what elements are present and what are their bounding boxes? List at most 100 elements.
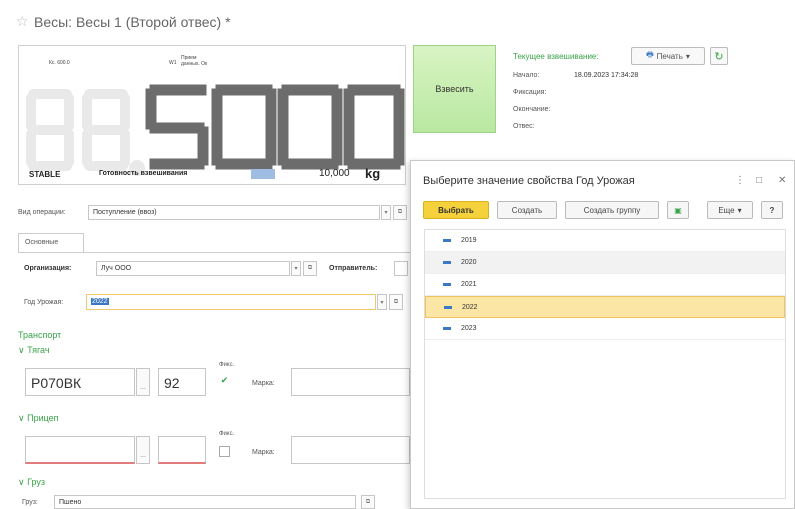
export-button[interactable]: ▣ [667, 201, 689, 219]
ready-indicator [251, 169, 275, 179]
operation-label: Вид операции: [18, 209, 66, 216]
trailer-fix-checkbox[interactable] [219, 446, 230, 457]
organization-input[interactable]: Луч ООО [96, 261, 290, 276]
transport-section-title: Транспорт [18, 330, 62, 340]
current-weighing-title[interactable]: Текущее взвешивание: [513, 52, 599, 61]
more-button[interactable]: Еще ▾ [707, 201, 753, 219]
cargo-open-button[interactable]: ⧉ [361, 495, 375, 509]
tractor-brand-label: Марка: [252, 380, 275, 387]
organization-dropdown-button[interactable]: ▾ [291, 261, 301, 276]
list-item[interactable]: 2023 [425, 318, 785, 340]
tractor-brand-input[interactable] [291, 368, 410, 396]
end-label: Окончание: [513, 106, 551, 113]
chevron-down-icon: ∨ [18, 477, 25, 487]
ghost-digits [26, 89, 145, 176]
window-title: Весы: Весы 1 (Второй отвес) * [34, 14, 231, 30]
fix-label: Фиксация: [513, 89, 547, 96]
print-label: Печать [656, 51, 683, 61]
tractor-group-header[interactable]: ∨ Тягач [18, 345, 50, 356]
organization-label: Организация: [24, 265, 72, 272]
cargo-group-title: Груз [27, 477, 46, 487]
operation-open-button[interactable]: ⧉ [393, 205, 407, 220]
sender-input[interactable] [394, 261, 408, 276]
favorite-star-icon[interactable]: ☆ [16, 13, 29, 30]
harvest-year-open-button[interactable]: ⧉ [389, 294, 403, 310]
tractor-region-input[interactable]: 92 [158, 368, 206, 396]
chevron-down-icon: ▾ [380, 299, 384, 306]
list-item[interactable]: 2019 [425, 230, 785, 252]
refresh-button[interactable]: ↻ [710, 47, 728, 65]
sender-label: Отправитель: [329, 265, 378, 272]
value-list: 2019 2020 2021 2022 2023 [424, 229, 786, 499]
help-button[interactable]: ? [761, 201, 783, 219]
tractor-number-select-button[interactable]: ... [136, 368, 150, 396]
print-button[interactable]: 🖶 Печать ▾ [631, 47, 705, 65]
list-item[interactable]: 2020 [425, 252, 785, 274]
trailer-group-header[interactable]: ∨ Прицеп [18, 413, 59, 424]
operation-input[interactable]: Поступление (ввоз) [88, 205, 380, 220]
item-marker-icon [444, 306, 452, 309]
seven-segment-display [26, 84, 405, 176]
harvest-year-dropdown-button[interactable]: ▾ [377, 294, 387, 310]
create-button[interactable]: Создать [497, 201, 557, 219]
list-item[interactable]: 2021 [425, 274, 785, 296]
choose-value-popup: Выберите значение свойства Год Урожая ⋮ … [410, 160, 795, 509]
cargo-group-header[interactable]: ∨ Груз [18, 477, 45, 488]
stable-indicator: STABLE [29, 170, 61, 179]
window-title-bar: ☆ Весы: Весы 1 (Второй отвес) * [0, 0, 795, 40]
chevron-down-icon: ▾ [685, 51, 690, 61]
tractor-group-title: Тягач [27, 345, 50, 355]
close-icon[interactable]: ✕ [778, 175, 786, 186]
item-marker-icon [443, 283, 451, 286]
list-item-selected[interactable]: 2022 [425, 296, 785, 318]
cargo-label: Груз: [22, 499, 38, 506]
open-link-icon: ⧉ [397, 209, 403, 215]
chevron-down-icon: ▾ [737, 205, 742, 215]
value-digits [145, 84, 405, 170]
chevron-down-icon: ▾ [384, 210, 388, 216]
start-label: Начало: [513, 72, 540, 79]
more-label: Еще [718, 205, 735, 215]
select-button[interactable]: Выбрать [423, 201, 489, 219]
weight-unit: kg [365, 166, 381, 181]
spreadsheet-icon: ▣ [674, 205, 682, 215]
harvest-year-input[interactable]: 2022 [86, 294, 376, 310]
chevron-down-icon: ∨ [18, 345, 25, 355]
checkmark-icon: ✔ [220, 375, 229, 385]
chevron-down-icon: ∨ [18, 413, 25, 423]
weight-label: Отвес: [513, 123, 535, 130]
tab-divider [18, 252, 410, 253]
tractor-fix-checkbox[interactable]: ✔ [219, 375, 230, 386]
open-link-icon: ⧉ [307, 265, 313, 271]
more-actions-icon[interactable]: ⋮ [735, 175, 745, 186]
popup-title: Выберите значение свойства Год Урожая [423, 175, 635, 187]
ready-label: Готовность взвешивания [99, 170, 188, 177]
scale-mini-left: Кс. 600.0 [49, 60, 70, 66]
scale-capacity: 10,000 [319, 168, 350, 179]
printer-icon: 🖶 [646, 50, 654, 59]
trailer-number-select-button[interactable]: ... [136, 436, 150, 464]
item-marker-icon [443, 327, 451, 330]
open-link-icon: ⧉ [365, 498, 371, 505]
scale-status-row: STABLE Готовность взвешивания 10,000 kg [25, 166, 401, 182]
tractor-number-input[interactable]: Р070ВК [25, 368, 135, 396]
item-marker-icon [443, 239, 451, 242]
trailer-number-input[interactable] [25, 436, 135, 464]
scale-mini-mid-text: Прием данных. Ок [181, 55, 208, 67]
start-value: 18.09.2023 17:34:28 [574, 72, 639, 79]
trailer-region-input[interactable] [158, 436, 206, 464]
create-group-button[interactable]: Создать группу [565, 201, 659, 219]
weigh-button[interactable]: Взвесить [413, 45, 496, 133]
organization-open-button[interactable]: ⧉ [303, 261, 317, 276]
trailer-group-title: Прицеп [27, 413, 59, 423]
cargo-input[interactable]: Пшено [54, 495, 356, 509]
item-marker-icon [443, 261, 451, 264]
trailer-fix-label: Фикс. [219, 431, 235, 437]
trailer-brand-input[interactable] [291, 436, 410, 464]
harvest-year-value: 2022 [91, 298, 109, 305]
maximize-icon[interactable]: □ [756, 175, 762, 186]
operation-dropdown-button[interactable]: ▾ [381, 205, 391, 220]
chevron-down-icon: ▾ [294, 266, 298, 272]
refresh-icon: ↻ [714, 50, 724, 63]
tab-main[interactable]: Основные [18, 233, 84, 253]
